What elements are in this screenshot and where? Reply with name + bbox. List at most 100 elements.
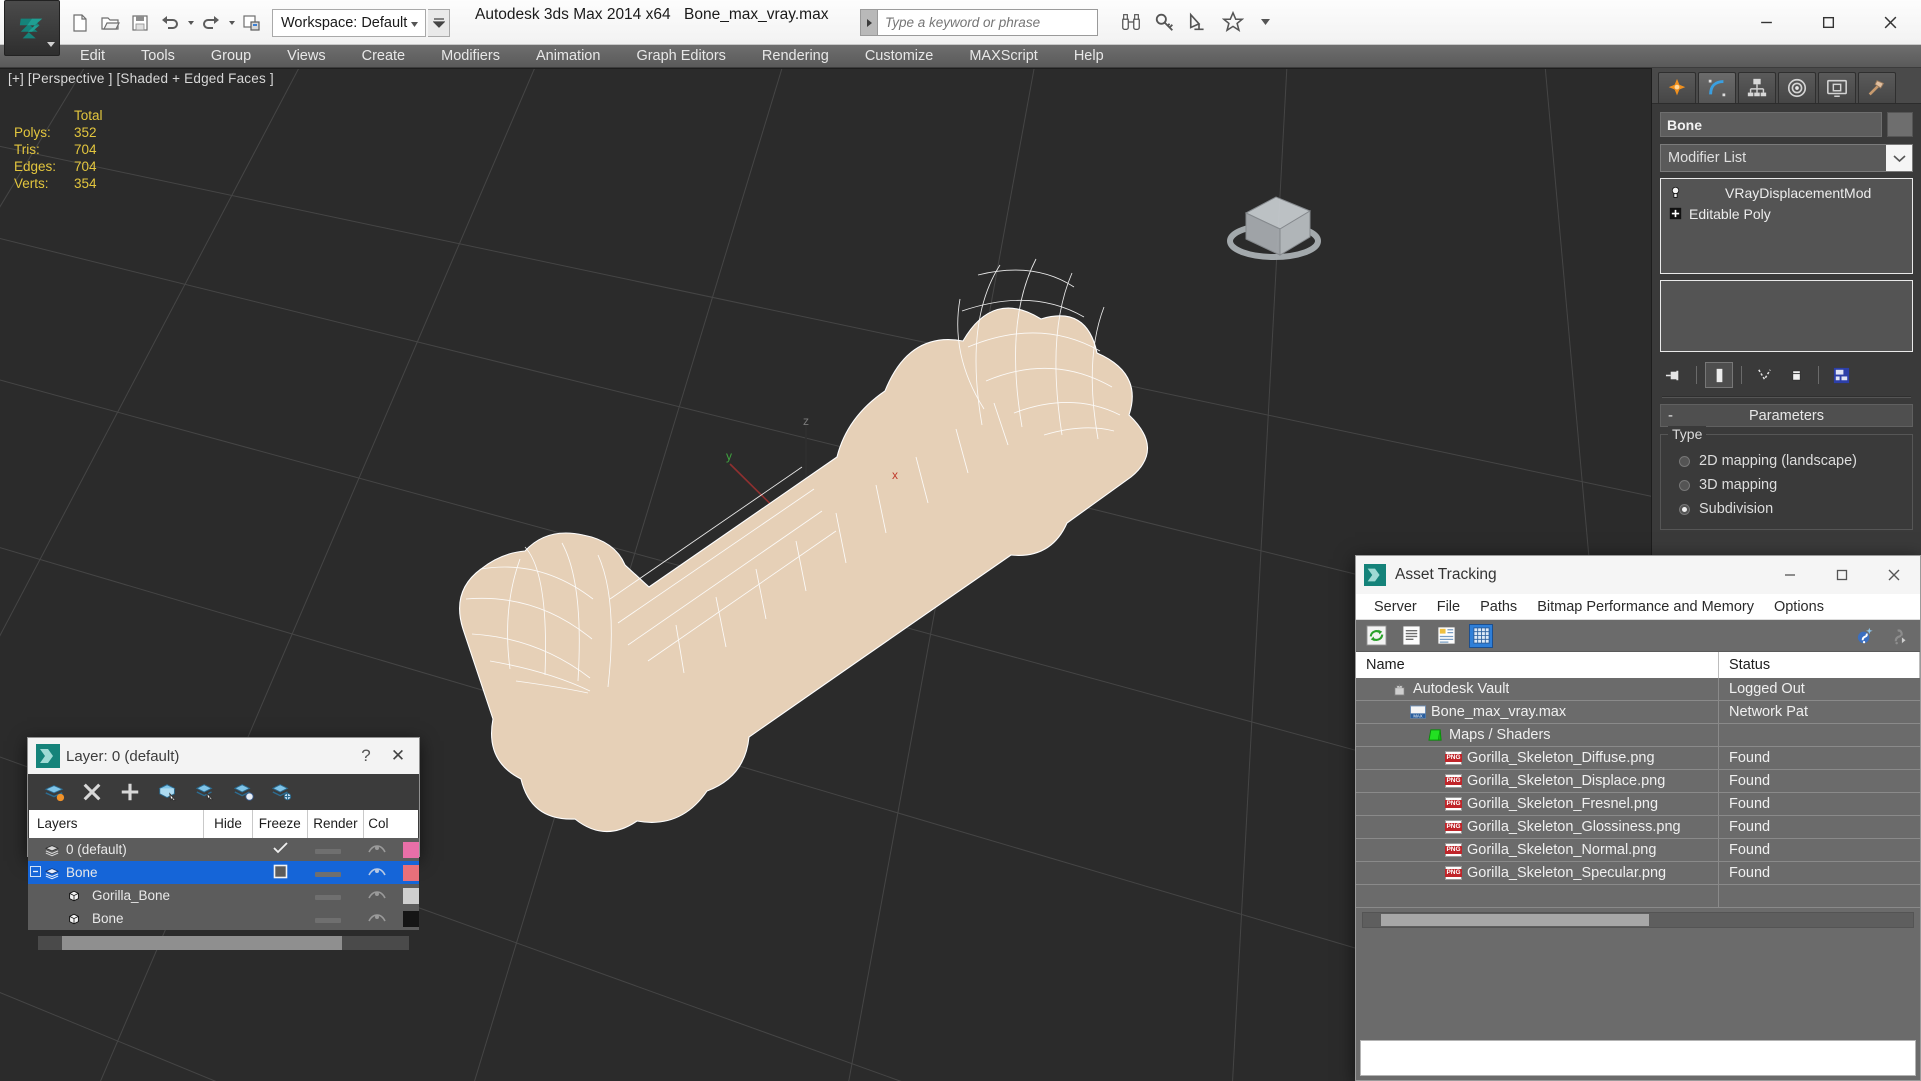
make-unique-icon[interactable] (1750, 362, 1778, 388)
asset-menu-file[interactable]: File (1427, 594, 1470, 620)
asset-horizontal-scrollbar[interactable] (1362, 912, 1914, 928)
column-freeze[interactable]: Freeze (253, 810, 308, 838)
asset-row-diffuse[interactable]: PNG Gorilla_Skeleton_Diffuse.png Found (1356, 746, 1920, 770)
configure-sets-icon[interactable] (1827, 362, 1855, 388)
maximize-button[interactable] (1816, 556, 1868, 594)
create-tab[interactable] (1658, 72, 1696, 103)
search-box[interactable] (860, 9, 1098, 36)
key-icon[interactable] (1152, 9, 1178, 35)
application-menu-button[interactable] (4, 0, 60, 56)
open-file-icon[interactable] (96, 8, 124, 38)
maximize-button[interactable] (1797, 0, 1859, 45)
layer-color-swatch[interactable] (403, 910, 419, 927)
pin-stack-icon[interactable] (1660, 362, 1688, 388)
column-status[interactable]: Status (1719, 652, 1920, 678)
menu-modifiers[interactable]: Modifiers (423, 45, 518, 68)
layer-color-swatch[interactable] (403, 887, 419, 904)
workspace-selector[interactable]: Workspace: Default (272, 8, 427, 37)
new-layer-icon[interactable] (42, 780, 66, 804)
redo-icon[interactable] (197, 8, 225, 38)
modifier-stack-item-vraydisplacement[interactable]: VRayDisplacementMod (1661, 182, 1912, 203)
modifier-list-dropdown[interactable]: Modifier List (1660, 144, 1913, 172)
layer-color-swatch[interactable] (403, 841, 419, 858)
scrollbar-thumb[interactable] (62, 936, 342, 950)
redo-dropdown-icon[interactable] (227, 8, 236, 38)
search-expand-icon[interactable] (860, 9, 878, 36)
layer-hide-checkbox[interactable] (256, 864, 304, 882)
help-button[interactable]: ? (351, 746, 381, 766)
grid-view-icon[interactable] (1469, 623, 1493, 648)
object-color-swatch[interactable] (1887, 112, 1913, 137)
menu-help[interactable]: Help (1056, 45, 1122, 68)
column-hide[interactable]: Hide (204, 810, 253, 838)
display-tab[interactable] (1818, 72, 1856, 103)
add-selection-to-layer-icon[interactable] (232, 780, 256, 804)
help-new-features-icon[interactable] (1853, 624, 1877, 648)
asset-row-vault[interactable]: Autodesk Vault Logged Out (1356, 677, 1920, 701)
asset-row-normal[interactable]: PNG Gorilla_Skeleton_Normal.png Found (1356, 838, 1920, 862)
modify-tab[interactable] (1698, 72, 1736, 103)
asset-tracking-dialog[interactable]: Asset Tracking Server File Paths Bitmap … (1355, 555, 1921, 1081)
workspace-overflow-button[interactable] (428, 8, 451, 37)
add-layer-icon[interactable] (118, 780, 142, 804)
layer-render-toggle[interactable] (351, 842, 403, 857)
menu-views[interactable]: Views (269, 45, 343, 68)
collapse-toggle-icon[interactable] (28, 865, 42, 880)
layer-row-0-default[interactable]: 0 (default) (28, 838, 419, 861)
delete-layer-icon[interactable] (80, 780, 104, 804)
radio-button-selected-icon[interactable] (1679, 503, 1690, 515)
asset-row-specular[interactable]: PNG Gorilla_Skeleton_Specular.png Found (1356, 861, 1920, 885)
layer-freeze-toggle[interactable] (304, 842, 351, 857)
asset-row-empty[interactable] (1356, 884, 1920, 908)
layer-render-toggle[interactable] (351, 888, 403, 903)
column-layers[interactable]: Layers (29, 810, 205, 838)
menu-customize[interactable]: Customize (847, 45, 952, 68)
asset-menu-paths[interactable]: Paths (1470, 594, 1527, 620)
layer-render-toggle[interactable] (351, 865, 403, 880)
help-dropdown-caret-icon[interactable] (1253, 10, 1277, 34)
scrollbar-thumb[interactable] (1381, 914, 1649, 926)
menu-animation[interactable]: Animation (518, 45, 618, 68)
radio-2d-mapping[interactable]: 2D mapping (landscape) (1669, 449, 1904, 473)
layer-row-gorilla-bone[interactable]: Gorilla_Bone (28, 884, 419, 907)
menu-graph-editors[interactable]: Graph Editors (618, 45, 743, 68)
save-file-icon[interactable] (126, 8, 154, 38)
plus-box-icon[interactable] (1667, 206, 1683, 222)
layer-dialog-title-bar[interactable]: Layer: 0 (default) ? ✕ (28, 738, 419, 774)
layer-row-bone[interactable]: Bone (28, 861, 419, 884)
select-objects-in-layer-icon[interactable] (156, 780, 180, 804)
asset-menu-bitmap-performance[interactable]: Bitmap Performance and Memory (1527, 594, 1764, 620)
asset-row-scene-file[interactable]: MAX Bone_max_vray.max Network Pat (1356, 700, 1920, 724)
detail-view-icon[interactable] (1434, 624, 1458, 648)
layer-dialog[interactable]: Layer: 0 (default) ? ✕ Layers Hide Freez… (27, 737, 420, 950)
hierarchy-tab[interactable] (1738, 72, 1776, 103)
column-render[interactable]: Render (308, 810, 365, 838)
binoculars-icon[interactable] (1118, 9, 1144, 35)
column-color[interactable]: Col (364, 810, 418, 838)
layer-properties-icon[interactable] (270, 780, 294, 804)
close-button[interactable]: ✕ (381, 746, 415, 766)
list-view-icon[interactable] (1399, 624, 1423, 648)
set-project-folder-icon[interactable] (238, 8, 266, 38)
asset-row-maps-shaders[interactable]: Maps / Shaders (1356, 723, 1920, 747)
asset-tracking-title-bar[interactable]: Asset Tracking (1356, 556, 1920, 594)
undo-dropdown-icon[interactable] (186, 8, 195, 38)
menu-edit[interactable]: Edit (62, 45, 123, 68)
menu-tools[interactable]: Tools (123, 45, 193, 68)
star-icon[interactable] (1220, 9, 1246, 35)
utilities-tab[interactable] (1858, 72, 1896, 103)
parameters-rollout-header[interactable]: - Parameters (1660, 404, 1913, 427)
close-button[interactable] (1868, 556, 1920, 594)
new-file-icon[interactable] (66, 8, 94, 38)
close-button[interactable] (1859, 0, 1921, 45)
modifier-stack[interactable]: VRayDisplacementMod Editable Poly (1660, 178, 1913, 274)
show-end-result-icon[interactable] (1705, 362, 1733, 388)
layer-freeze-toggle[interactable] (304, 911, 351, 926)
undo-icon[interactable] (156, 8, 184, 38)
modifier-stack-item-editablepoly[interactable]: Editable Poly (1661, 203, 1912, 224)
column-name[interactable]: Name (1356, 652, 1719, 678)
layer-freeze-toggle[interactable] (304, 865, 351, 880)
layer-render-toggle[interactable] (351, 911, 403, 926)
select-highlighted-objects-icon[interactable] (194, 780, 218, 804)
asset-row-displace[interactable]: PNG Gorilla_Skeleton_Displace.png Found (1356, 769, 1920, 793)
